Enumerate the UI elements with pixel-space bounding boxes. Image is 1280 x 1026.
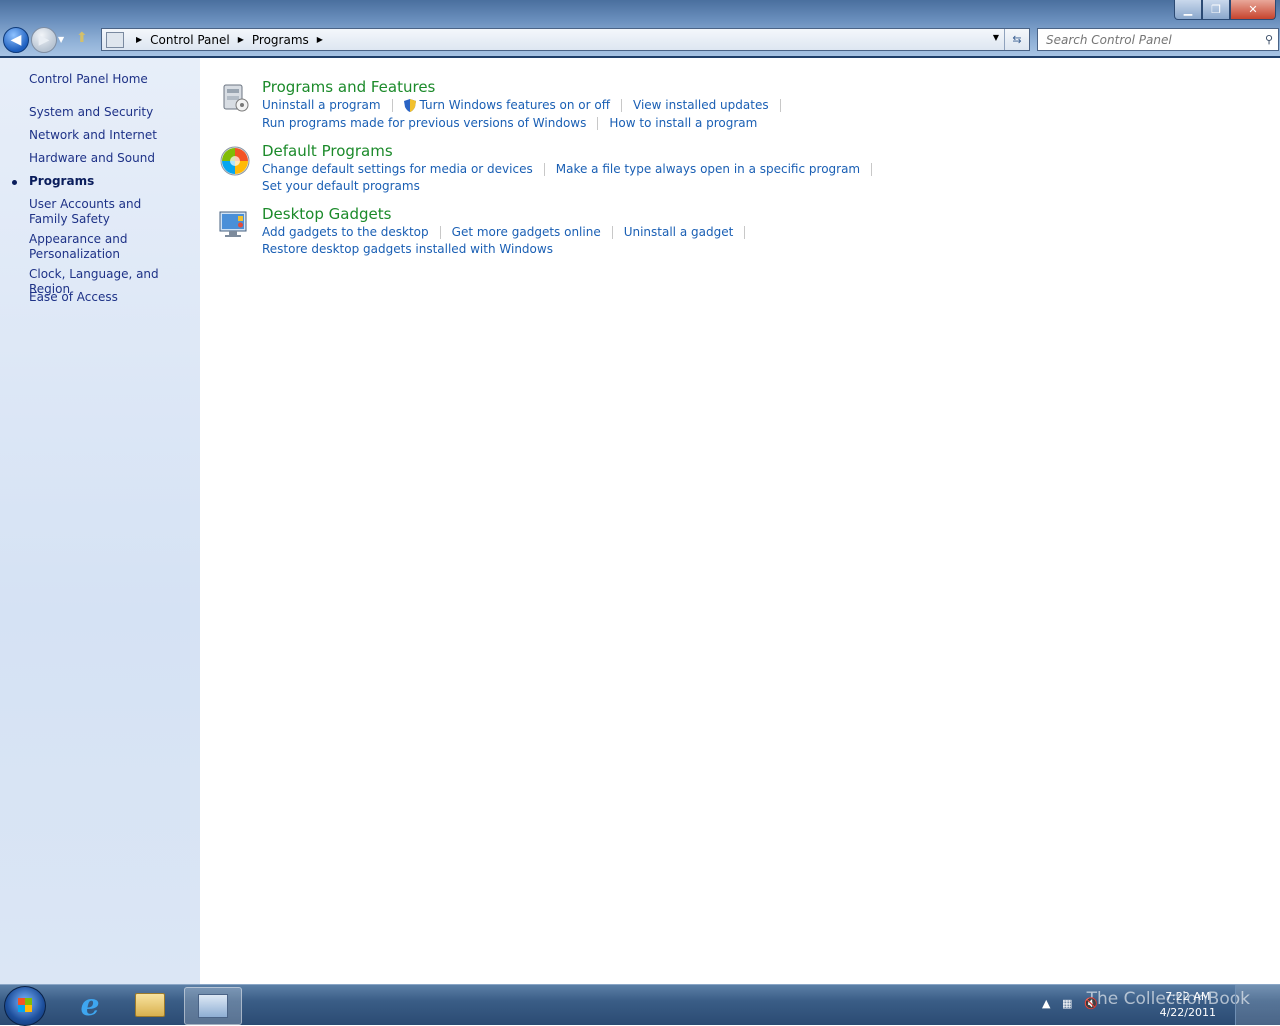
link-how-to-install[interactable]: How to install a program (609, 116, 757, 130)
sidebar-item-network-internet[interactable]: Network and Internet (29, 128, 194, 143)
forward-button[interactable]: ▶ (31, 27, 57, 53)
separator (597, 116, 599, 130)
link-compat-programs[interactable]: Run programs made for previous versions … (262, 116, 586, 130)
address-bar[interactable]: ▶ Control Panel ▶ Programs ▶ ▼ ⇆ (101, 28, 1030, 51)
link-installed-updates[interactable]: View installed updates (633, 98, 769, 112)
folder-icon (135, 993, 165, 1017)
desktop-gadgets-icon (219, 211, 247, 237)
separator (543, 162, 545, 176)
clock-time: 7:22 AM (1165, 990, 1211, 1003)
sidebar-item-control-panel-home[interactable]: Control Panel Home (29, 72, 194, 87)
taskbar: e The CollectionBook ▲ ▦ 🔇 7:22 AM 4/22/… (0, 984, 1280, 1026)
taskbar-windows-explorer[interactable] (122, 987, 178, 1023)
breadcrumb-chevron-icon[interactable]: ▶ (136, 35, 142, 44)
search-box[interactable]: ⚲ (1037, 28, 1279, 51)
breadcrumb-programs[interactable]: Programs (252, 33, 309, 47)
recent-pages-dropdown-icon[interactable]: ▼ (58, 35, 64, 44)
link-restore-gadgets[interactable]: Restore desktop gadgets installed with W… (262, 242, 553, 256)
up-folder-icon[interactable]: ⬆ (76, 30, 92, 46)
separator (439, 225, 441, 239)
section-title[interactable]: Default Programs (262, 142, 393, 160)
sidebar-item-hardware-sound[interactable]: Hardware and Sound (29, 151, 194, 166)
link-uninstall-program[interactable]: Uninstall a program (262, 98, 381, 112)
link-row: Uninstall a program Turn Windows feature… (262, 98, 792, 112)
start-button[interactable] (4, 986, 46, 1026)
separator (391, 98, 393, 112)
search-icon[interactable]: ⚲ (1260, 33, 1278, 46)
link-windows-features[interactable]: Turn Windows features on or off (420, 98, 611, 112)
section-title[interactable]: Programs and Features (262, 78, 435, 96)
programs-features-icon (223, 84, 249, 112)
sidebar-item-ease-of-access[interactable]: Ease of Access (29, 290, 194, 305)
link-add-gadgets[interactable]: Add gadgets to the desktop (262, 225, 429, 239)
section-title[interactable]: Desktop Gadgets (262, 205, 391, 223)
taskbar-control-panel[interactable] (184, 987, 242, 1025)
taskbar-internet-explorer[interactable]: e (62, 987, 118, 1023)
back-button[interactable]: ◀ (3, 27, 29, 53)
separator (871, 162, 873, 176)
internet-explorer-icon: e (80, 987, 100, 1023)
link-file-type-association[interactable]: Make a file type always open in a specif… (556, 162, 860, 176)
sidebar-item-system-security[interactable]: System and Security (29, 105, 194, 120)
breadcrumb-control-panel[interactable]: Control Panel (150, 33, 230, 47)
address-dropdown-icon[interactable]: ▼ (993, 33, 999, 42)
windows-logo-icon (18, 998, 32, 1012)
separator (611, 225, 613, 239)
window-controls: ▁ ❐ ✕ (1174, 0, 1276, 20)
system-tray: The CollectionBook ▲ ▦ 🔇 7:22 AM 4/22/20… (1030, 985, 1280, 1025)
current-item-bullet-icon (12, 180, 17, 185)
sidebar-item-appearance[interactable]: Appearance and Personalization (29, 232, 139, 262)
breadcrumb-chevron-icon[interactable]: ▶ (238, 35, 244, 44)
clock-date: 4/22/2011 (1159, 1006, 1216, 1019)
show-hidden-icons-icon[interactable]: ▲ (1042, 997, 1050, 1010)
link-row: Run programs made for previous versions … (262, 116, 757, 130)
separator (779, 98, 781, 112)
control-panel-icon (198, 994, 228, 1018)
show-desktop-button[interactable] (1235, 985, 1280, 1025)
link-set-default-programs[interactable]: Set your default programs (262, 179, 420, 193)
search-input[interactable] (1038, 31, 1260, 48)
link-uninstall-gadget[interactable]: Uninstall a gadget (624, 225, 734, 239)
sidebar-item-programs[interactable]: Programs (29, 174, 194, 189)
clock[interactable]: 7:22 AM 4/22/2011 (1160, 989, 1216, 1021)
separator (621, 98, 623, 112)
title-bar: ▁ ❐ ✕ ◀ ▶ ▼ ⬆ ▶ Control Panel ▶ Programs… (0, 0, 1280, 58)
link-row: Set your default programs (262, 179, 420, 193)
link-row: Restore desktop gadgets installed with W… (262, 242, 553, 256)
link-row: Add gadgets to the desktop Get more gadg… (262, 225, 756, 239)
maximize-button[interactable]: ❐ (1202, 0, 1230, 20)
breadcrumb: Control Panel ▶ Programs ▶ (150, 33, 331, 47)
default-programs-icon (220, 146, 250, 176)
link-media-devices[interactable]: Change default settings for media or dev… (262, 162, 533, 176)
sidebar-item-user-accounts[interactable]: User Accounts and Family Safety (29, 197, 179, 227)
main-content: Programs and Features Uninstall a progra… (200, 58, 1280, 984)
link-row: Change default settings for media or dev… (262, 162, 883, 176)
uac-shield-icon (403, 98, 416, 112)
breadcrumb-chevron-icon[interactable]: ▶ (317, 35, 323, 44)
minimize-button[interactable]: ▁ (1174, 0, 1202, 20)
separator (744, 225, 746, 239)
control-panel-icon (106, 31, 124, 48)
refresh-button[interactable]: ⇆ (1004, 29, 1029, 50)
close-button[interactable]: ✕ (1230, 0, 1276, 20)
link-more-gadgets[interactable]: Get more gadgets online (452, 225, 601, 239)
volume-muted-icon[interactable]: 🔇 (1084, 997, 1098, 1010)
left-navigation-pane: Control Panel Home System and Security N… (0, 58, 200, 984)
network-icon[interactable]: ▦ (1062, 997, 1072, 1010)
